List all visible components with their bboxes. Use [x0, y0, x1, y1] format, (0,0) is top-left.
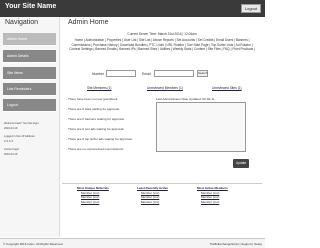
- divider: [62, 183, 262, 184]
- sidebar-item-admin-home[interactable]: Admin Home: [3, 33, 56, 46]
- tab-unreviewed-members[interactable]: Unreviewed Members (1): [147, 86, 183, 90]
- header: Your Site Name Logout: [0, 0, 265, 17]
- number-label: Number: [92, 72, 105, 76]
- sidebar: Navigation Admin Home Admin Details Site…: [0, 17, 60, 237]
- footer: © Copyright 2016 Inbox. All Rights Reser…: [0, 238, 265, 248]
- tab-unreviewed-sites[interactable]: Unreviewed Sites (1): [212, 86, 242, 90]
- note-line: There are 0 top surfer ads waiting for a…: [68, 137, 133, 141]
- note-line: There are no unprocessed commissions.: [68, 147, 124, 151]
- page-title: Admin Home: [68, 19, 109, 26]
- sidebar-info-line: X.X.X.X: [4, 140, 14, 143]
- footer-copyright: © Copyright 2016 Inbox. All Rights Reser…: [3, 242, 64, 246]
- column-item[interactable]: Member (xxx): [197, 200, 252, 205]
- note-line: There are 0 banners waiting for approval…: [68, 117, 125, 121]
- note-line: There are 0 sites waiting for approval.: [68, 107, 120, 111]
- admin-links[interactable]: Home | Authorization | Properties | User…: [62, 38, 262, 52]
- admin-notes-textarea[interactable]: [156, 102, 246, 152]
- admin-notes-label: Last Administrator Note Updated: 02-02-1…: [156, 97, 215, 101]
- column-item[interactable]: Member (xxx): [77, 200, 132, 205]
- search-button[interactable]: Search: [197, 70, 208, 77]
- sidebar-item-admin-details[interactable]: Admin Details: [3, 50, 56, 63]
- update-button[interactable]: Update: [233, 159, 249, 168]
- sidebar-info-line: 2016-03-19: [4, 127, 18, 130]
- stats-column: Most Active Members Member (xxx) Member …: [197, 186, 252, 204]
- search-row: Number Email:: [92, 70, 232, 78]
- server-time: Current Server Time: March 31st 2016 | 1…: [127, 32, 197, 36]
- main-content: Admin Home Current Server Time: March 31…: [62, 17, 262, 237]
- email-label: Email:: [142, 72, 152, 76]
- sidebar-item-site-news[interactable]: Site News: [3, 67, 56, 80]
- footer-links[interactable]: TrafficExchangeScript | Support | Setup: [210, 242, 262, 246]
- note-line: There are 0 text ads waiting for approva…: [68, 127, 125, 131]
- sidebar-item-link-reminders[interactable]: Link Reminders: [3, 83, 56, 96]
- sidebar-info-line: Logged in from IP Address:: [4, 135, 36, 138]
- logout-button[interactable]: Logout: [241, 4, 261, 13]
- sidebar-item-logout[interactable]: Logout: [3, 99, 56, 112]
- number-input[interactable]: [106, 70, 136, 77]
- site-title: Your Site Name: [5, 3, 57, 10]
- sidebar-info-line: Welcome back! Your last login:: [4, 122, 40, 125]
- sidebar-info-line: 2016-03-19: [4, 153, 18, 156]
- stats-column: Most Unique Referrals Member (xxx) Membe…: [77, 186, 132, 204]
- tab-site-members[interactable]: Site Members (1): [87, 86, 111, 90]
- column-item[interactable]: Member (xxx): [137, 200, 192, 205]
- note-line: There have been no new guestbook.: [68, 97, 119, 101]
- stats-column: Least Recently Active Member (xxx) Membe…: [137, 186, 192, 204]
- nav-title: Navigation: [5, 19, 39, 26]
- sidebar-info-line: Current login:: [4, 148, 20, 151]
- email-input[interactable]: [154, 70, 194, 77]
